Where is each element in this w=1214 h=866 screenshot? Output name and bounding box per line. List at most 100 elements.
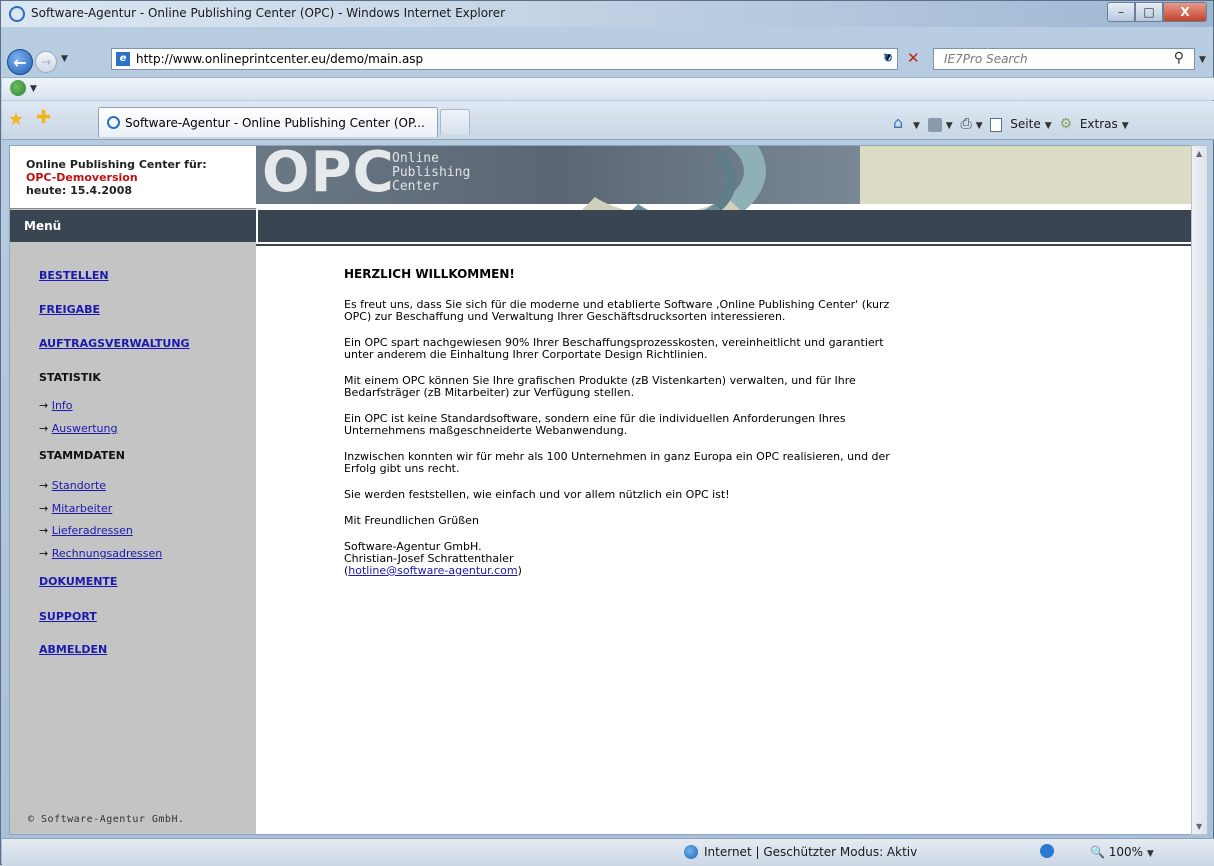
menu-bestellen[interactable]: BESTELLEN: [39, 269, 109, 282]
welcome-content: HERZLICH WILLKOMMEN! Es freut uns, dass …: [344, 268, 904, 577]
menu-item-info[interactable]: → Info: [39, 399, 73, 412]
logo-sub-publishing: Publishing: [392, 165, 471, 180]
search-input[interactable]: IE7Pro Search ⚲: [933, 48, 1195, 70]
page-icon: e: [116, 52, 130, 66]
menu-item-auswertung-label[interactable]: Auswertung: [52, 422, 118, 435]
menu-item-rechnungsadressen-label[interactable]: Rechnungsadressen: [52, 547, 163, 560]
status-bar: Internet | Geschützter Modus: Aktiv 🔍 10…: [2, 838, 1214, 866]
zoom-level[interactable]: 🔍 100% ▼: [1090, 845, 1154, 859]
address-url: http://www.onlineprintcenter.eu/demo/mai…: [136, 52, 424, 66]
menu-title: Menü: [24, 219, 62, 233]
menu-header: Menü: [10, 210, 256, 242]
new-tab-button[interactable]: [440, 109, 470, 135]
menu-stammdaten-heading: STAMMDATEN: [39, 449, 125, 462]
stop-icon[interactable]: ✕: [907, 49, 920, 67]
vertical-scrollbar[interactable]: ▲ ▼: [1191, 145, 1208, 835]
maximize-button[interactable]: □: [1135, 2, 1163, 22]
search-dropdown-icon[interactable]: ▼: [1199, 55, 1206, 65]
page-menu-button[interactable]: Seite: [1010, 117, 1040, 131]
menu-abmelden[interactable]: ABMELDEN: [39, 643, 107, 656]
menu-item-lieferadressen-label[interactable]: Lieferadressen: [52, 524, 133, 537]
tab-label: Software-Agentur - Online Publishing Cen…: [125, 116, 425, 130]
main-header-bar: [256, 210, 1197, 242]
search-placeholder: IE7Pro Search: [944, 52, 1028, 66]
page-viewport: Online Publishing Center für: OPC-Demove…: [9, 145, 1198, 835]
forward-button[interactable]: →: [35, 51, 57, 73]
opc-logo-subtitle: Online Publishing Center: [392, 152, 470, 194]
signature-email-line: (hotline@software-agentur.com): [344, 565, 904, 577]
paragraph-1: Es freut uns, dass Sie sich für die mode…: [344, 298, 890, 323]
arrow-icon: →: [39, 479, 49, 492]
menu-item-mitarbeiter[interactable]: → Mitarbeiter: [39, 502, 112, 515]
menu-freigabe[interactable]: FREIGABE: [39, 303, 100, 316]
menu-item-rechnungsadressen[interactable]: → Rechnungsadressen: [39, 547, 162, 560]
arrow-icon: →: [39, 502, 49, 515]
menu-support[interactable]: SUPPORT: [39, 610, 97, 623]
search-icon[interactable]: ⚲: [1174, 50, 1184, 66]
menu-dokumente[interactable]: DOKUMENTE: [39, 575, 117, 588]
back-button[interactable]: ←: [7, 49, 33, 75]
zoom-value: 100%: [1108, 845, 1144, 859]
feeds-icon[interactable]: [927, 117, 942, 132]
scroll-down-icon[interactable]: ▼: [1196, 822, 1202, 831]
welcome-heading: HERZLICH WILLKOMMEN!: [344, 267, 515, 281]
signature: Software-Agentur GmbH. Christian-Josef S…: [344, 541, 904, 577]
favorites-star-icon[interactable]: ★: [8, 109, 24, 130]
recent-pages-dropdown[interactable]: ▼: [61, 54, 68, 64]
close-button[interactable]: X: [1163, 2, 1207, 22]
scroll-up-icon[interactable]: ▲: [1196, 149, 1202, 158]
menu-item-lieferadressen[interactable]: → Lieferadressen: [39, 524, 133, 537]
home-icon[interactable]: ⌂: [893, 113, 909, 132]
feeds-dropdown-icon[interactable]: ▼: [946, 121, 953, 131]
main-header-underline: [256, 244, 1197, 246]
paragraph-6: Sie werden feststellen, wie einfach und …: [344, 488, 730, 501]
address-bar[interactable]: e http://www.onlineprintcenter.eu/demo/m…: [111, 48, 898, 70]
menu-item-auswertung[interactable]: → Auswertung: [39, 422, 117, 435]
ie7pro-dropdown-icon[interactable]: ▼: [30, 84, 37, 94]
menu-auftragsverwaltung[interactable]: AUFTRAGSVERWALTUNG: [39, 337, 190, 350]
menu-item-standorte[interactable]: → Standorte: [39, 479, 106, 492]
arrow-icon: →: [39, 399, 49, 412]
toolbar-row: ▼: [2, 77, 1214, 100]
protected-mode-icon[interactable]: [1040, 844, 1054, 858]
command-bar: ⌂ ▼ ▼ ⎙ ▼ Seite ▼ ⚙ Extras ▼: [893, 113, 1133, 132]
add-favorites-icon[interactable]: ✚: [36, 107, 51, 128]
menu-item-mitarbeiter-label[interactable]: Mitarbeiter: [52, 502, 113, 515]
tab-opc[interactable]: Software-Agentur - Online Publishing Cen…: [98, 107, 438, 137]
header-date: heute: 15.4.2008: [26, 184, 133, 197]
page-dropdown-icon[interactable]: ▼: [1045, 121, 1052, 131]
hotline-email-link[interactable]: hotline@software-agentur.com: [348, 564, 517, 577]
paragraph-2: Ein OPC spart nachgewiesen 90% Ihrer Bes…: [344, 336, 884, 361]
tools-gear-icon[interactable]: ⚙: [1059, 116, 1072, 132]
paren-close: ): [517, 564, 522, 577]
page-menu-icon[interactable]: [990, 117, 1003, 132]
arrow-icon: →: [39, 547, 49, 560]
refresh-icon[interactable]: ↻: [883, 51, 893, 65]
menu-item-info-label[interactable]: Info: [52, 399, 73, 412]
menu-item-standorte-label[interactable]: Standorte: [52, 479, 106, 492]
window-title: Software-Agentur - Online Publishing Cen…: [31, 6, 506, 20]
security-zone-text[interactable]: Internet | Geschützter Modus: Aktiv: [704, 845, 917, 859]
header-line2: OPC-Demoversion: [26, 171, 138, 184]
site-banner: OPC Online Publishing Center: [256, 145, 1197, 236]
paragraph-3: Mit einem OPC können Sie Ihre grafischen…: [344, 374, 856, 399]
home-dropdown-icon[interactable]: ▼: [913, 121, 920, 131]
ie-logo-icon: [9, 6, 25, 22]
ie7pro-icon[interactable]: [10, 80, 26, 96]
opc-logo: OPC: [262, 145, 395, 205]
print-icon[interactable]: ⎙: [961, 116, 972, 132]
internet-zone-icon: [684, 845, 698, 859]
arrow-icon: →: [39, 524, 49, 537]
header-line1: Online Publishing Center für:: [26, 158, 207, 171]
tab-ie-icon: [107, 116, 120, 129]
logo-sub-center: Center: [392, 179, 439, 194]
zoom-dropdown-icon[interactable]: ▼: [1147, 849, 1154, 859]
paragraph-7: Mit Freundlichen Grüßen: [344, 514, 479, 527]
extras-dropdown-icon[interactable]: ▼: [1122, 121, 1129, 131]
print-dropdown-icon[interactable]: ▼: [976, 121, 983, 131]
minimize-button[interactable]: –: [1107, 2, 1135, 22]
menu-statistik-heading: STATISTIK: [39, 371, 101, 384]
title-bar: Software-Agentur - Online Publishing Cen…: [1, 1, 1213, 27]
extras-menu-button[interactable]: Extras: [1080, 117, 1118, 131]
browser-window: Software-Agentur - Online Publishing Cen…: [0, 0, 1214, 866]
